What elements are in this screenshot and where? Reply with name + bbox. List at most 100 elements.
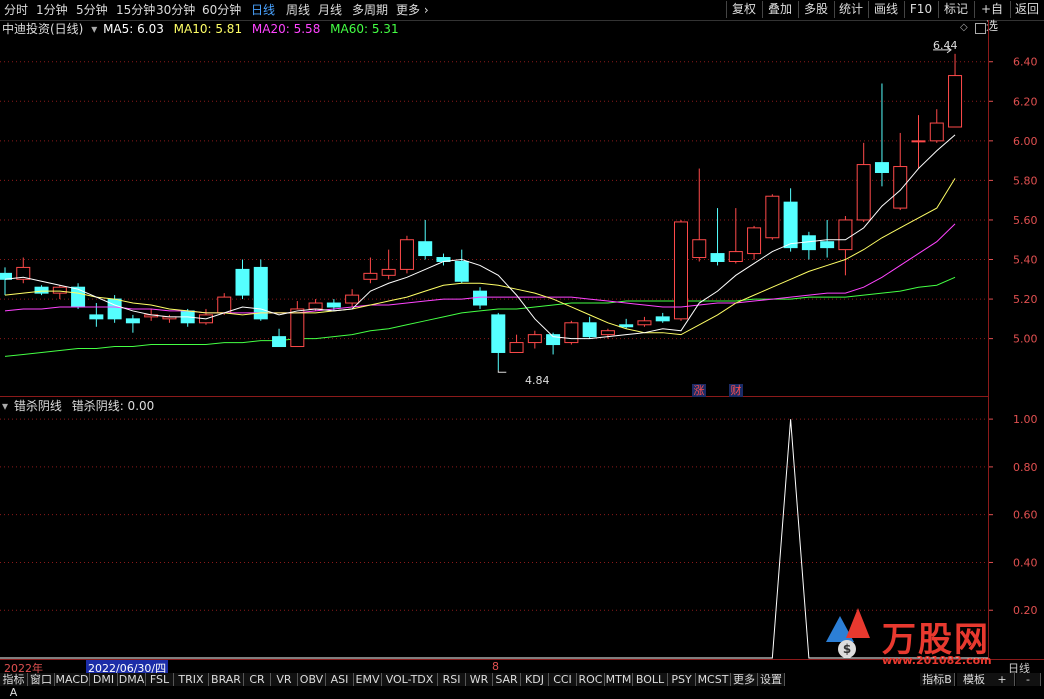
candle-body <box>418 241 433 257</box>
candle-body <box>655 316 670 322</box>
diamond-icon[interactable]: ◇ <box>960 22 968 33</box>
indicator-tab-0[interactable]: 指标A <box>0 673 28 699</box>
toolbar-button-8[interactable]: 返回 <box>1010 1 1043 18</box>
template-control-2[interactable]: + <box>990 673 1015 686</box>
toolbar-button-1[interactable]: 叠加 <box>762 1 797 18</box>
toolbar-button-6[interactable]: 标记 <box>938 1 973 18</box>
ma5-value: MA5: 6.03 <box>103 22 164 36</box>
indicator-tab-1[interactable]: 窗口 <box>28 673 55 686</box>
indicator-tab-2[interactable]: MACD <box>55 673 90 686</box>
indicator-tab-14[interactable]: RSI <box>438 673 466 686</box>
period-0[interactable]: 分时 <box>4 2 28 18</box>
chevron-down-icon[interactable]: ▾ <box>91 22 97 36</box>
indicator-tab-25[interactable]: 设置 <box>758 673 785 686</box>
candle-body <box>326 302 341 308</box>
candle-body <box>198 314 213 324</box>
ma60-line <box>4 276 956 357</box>
candle-body <box>436 257 451 262</box>
ma5-line <box>4 134 956 340</box>
indicator-tab-9[interactable]: VR <box>271 673 298 686</box>
indicator-name[interactable]: 错杀阴线 <box>14 399 62 413</box>
period-5[interactable]: 60分钟 <box>202 2 241 18</box>
candle-body <box>290 308 305 348</box>
period-2[interactable]: 5分钟 <box>76 2 108 18</box>
candle-body <box>710 253 725 262</box>
indicator-tab-13[interactable]: VOL-TDX <box>382 673 438 686</box>
period-3[interactable]: 15分钟 <box>116 2 155 18</box>
candle-body <box>929 122 944 142</box>
candle-body <box>473 290 488 306</box>
badge-cai[interactable]: 财 <box>729 384 743 397</box>
toolbar-button-4[interactable]: 画线 <box>868 1 903 18</box>
ma10-line <box>4 178 956 336</box>
checkbox-icon[interactable] <box>975 23 986 34</box>
indicator-tick-label: 0.40 <box>1013 556 1038 569</box>
dollar-icon: $ <box>838 640 856 658</box>
period-10[interactable]: 更多 › <box>396 2 429 18</box>
candle-body <box>235 268 250 296</box>
pane-divider <box>0 396 988 397</box>
price-tick-label: 5.80 <box>1013 174 1038 187</box>
toolbar-button-0[interactable]: 复权 <box>726 1 761 18</box>
indicator-tab-19[interactable]: ROC <box>577 673 605 686</box>
period-9[interactable]: 多周期 <box>352 2 388 18</box>
indicator-tab-21[interactable]: BOLL <box>633 673 668 686</box>
candle-body <box>272 336 287 348</box>
watermark: $ 万股网 www.201082.com <box>826 608 1016 668</box>
indicator-tab-4[interactable]: DMA <box>118 673 146 686</box>
period-4[interactable]: 30分钟 <box>156 2 195 18</box>
indicator-legend: ▾ 错杀阴线 错杀阴线: 0.00 <box>2 398 154 414</box>
candle-body <box>874 162 889 173</box>
template-control-0[interactable]: 指标B <box>920 673 955 686</box>
indicator-tab-23[interactable]: MCST <box>696 673 731 686</box>
period-7[interactable]: 周线 <box>286 2 310 18</box>
candle-body <box>509 342 524 353</box>
indicator-tab-16[interactable]: SAR <box>493 673 521 686</box>
month-mark: 8 <box>492 660 499 673</box>
candle-body <box>747 227 762 255</box>
indicator-tab-6[interactable]: TRIX <box>174 673 209 686</box>
indicator-tab-17[interactable]: KDJ <box>521 673 549 686</box>
candle-body <box>765 195 780 239</box>
indicator-tab-20[interactable]: MTM <box>605 673 633 686</box>
candle-body <box>582 322 597 338</box>
toolbar-button-7[interactable]: +自选 <box>974 1 1009 33</box>
candle-body <box>71 286 86 308</box>
arrow-logo-icon <box>846 608 870 638</box>
ma60-value: MA60: 5.31 <box>330 22 399 36</box>
chevron-down-icon[interactable]: ▾ <box>2 399 8 413</box>
candle-body <box>34 286 49 294</box>
ma20-line <box>4 223 956 314</box>
candle-body <box>692 239 707 259</box>
badge-zhang[interactable]: 涨 <box>692 384 706 397</box>
indicator-tab-11[interactable]: ASI <box>326 673 354 686</box>
indicator-tab-7[interactable]: BRAR <box>209 673 244 686</box>
stock-title[interactable]: 中迪投资(日线) <box>2 22 83 36</box>
indicator-tab-18[interactable]: CCI <box>549 673 577 686</box>
indicator-tab-8[interactable]: CR <box>244 673 271 686</box>
indicator-tab-15[interactable]: WR <box>466 673 493 686</box>
period-8[interactable]: 月线 <box>318 2 342 18</box>
indicator-tab-12[interactable]: EMV <box>354 673 382 686</box>
candle-body <box>856 164 871 221</box>
price-tick-label: 5.00 <box>1013 333 1038 346</box>
candle-body <box>564 322 579 344</box>
indicator-tab-3[interactable]: DMI <box>90 673 118 686</box>
period-1[interactable]: 1分钟 <box>36 2 68 18</box>
template-control-1[interactable]: 模板 <box>957 673 992 686</box>
indicator-tab-5[interactable]: FSL <box>146 673 174 686</box>
candle-body <box>345 294 360 304</box>
toolbar-button-5[interactable]: F10 <box>904 1 937 18</box>
toolbar-button-3[interactable]: 统计 <box>834 1 867 18</box>
period-6[interactable]: 日线 <box>251 2 275 18</box>
indicator-tab-10[interactable]: OBV <box>298 673 326 686</box>
candle-body <box>217 296 232 314</box>
indicator-tab-22[interactable]: PSY <box>668 673 696 686</box>
indicator-tab-24[interactable]: 更多 <box>731 673 758 686</box>
price-tick-label: 5.20 <box>1013 293 1038 306</box>
watermark-url: www.201082.com <box>882 654 992 667</box>
toolbar-button-2[interactable]: 多股 <box>798 1 833 18</box>
template-control-3[interactable]: - <box>1016 673 1041 686</box>
kline-chart[interactable]: 6.40 6.20 6.00 5.80 5.60 5.40 5.20 5.00 1.00 0.80… <box>0 0 1044 686</box>
candle-body <box>893 166 908 209</box>
